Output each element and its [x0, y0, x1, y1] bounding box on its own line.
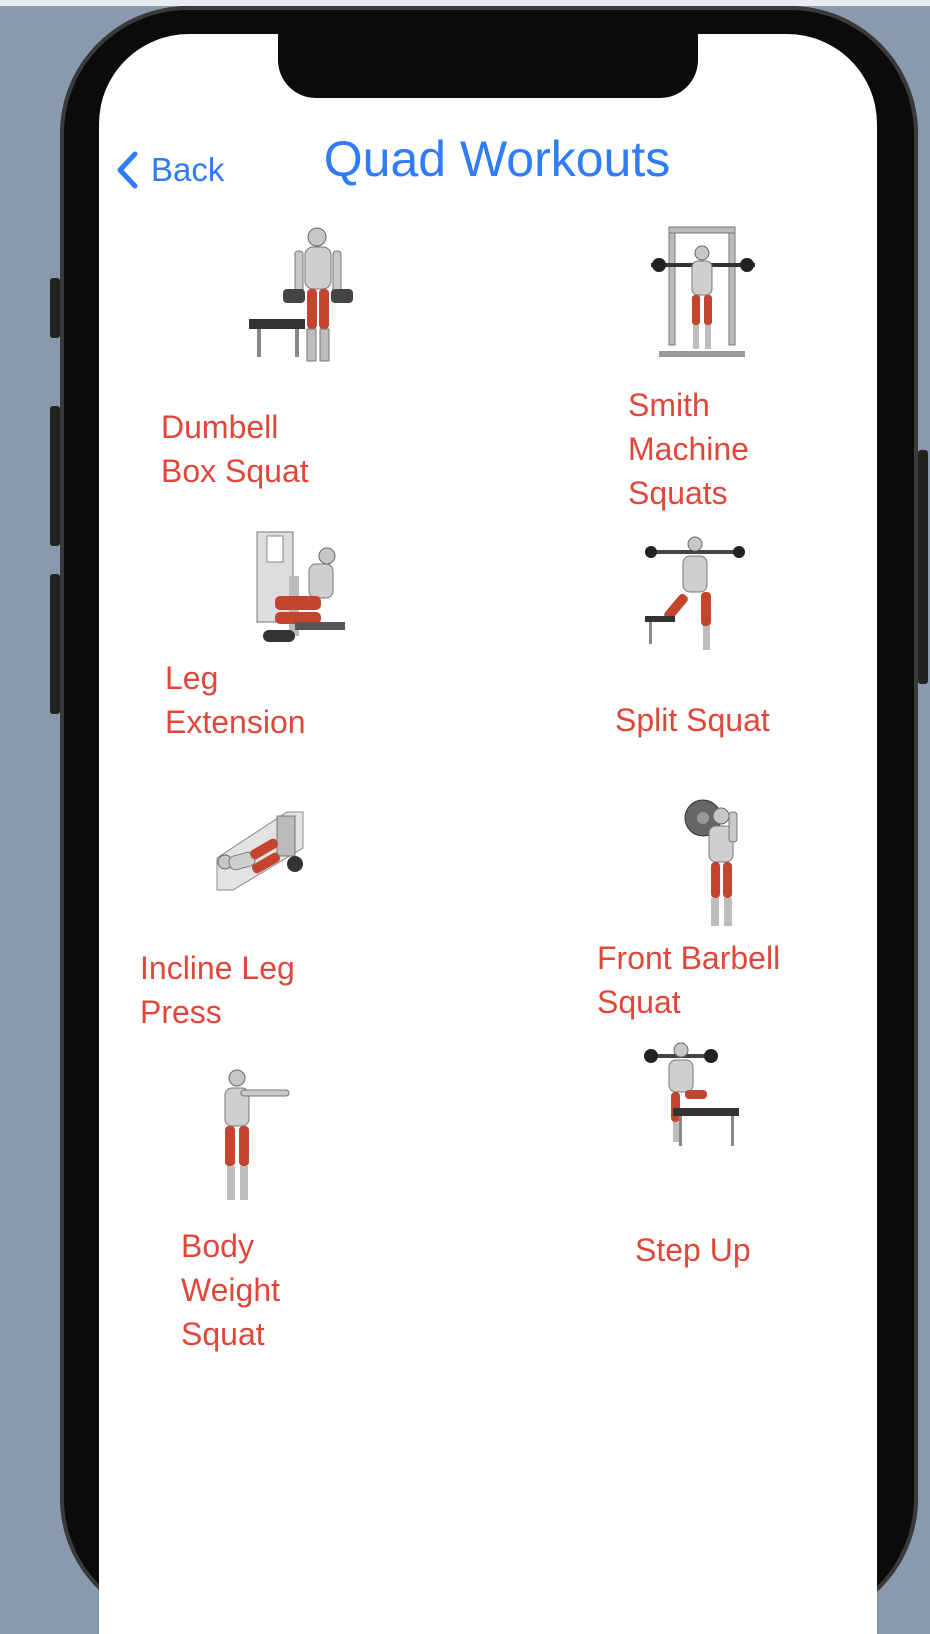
front-barbell-squat-figure-icon: [684, 799, 738, 926]
volume-up-button: [50, 406, 60, 546]
exercise-label: Split Squat: [615, 702, 770, 738]
volume-down-button: [50, 574, 60, 714]
exercise-body-weight-squat[interactable]: Body Weight Squat: [139, 1064, 399, 1364]
exercise-label: Body Weight Squat: [181, 1228, 281, 1352]
dumbbell-squat-figure-icon: [249, 227, 353, 362]
exercise-label: Front Barbell Squat: [597, 940, 781, 1020]
exercise-label: Incline Leg Press: [140, 950, 295, 1030]
exercise-label: Leg Extension: [165, 660, 306, 740]
exercise-label: Smith Machine Squats: [628, 387, 749, 511]
exercise-incline-leg-press[interactable]: Incline Leg Press: [119, 794, 399, 1034]
exercise-label: Step Up: [635, 1232, 751, 1268]
exercise-label: Dumbell Box Squat: [161, 409, 309, 489]
step-up-figure-icon: [644, 1042, 739, 1146]
exercise-front-barbell-squat[interactable]: Front Barbell Squat: [579, 794, 859, 1034]
exercise-leg-extension[interactable]: Leg Extension: [139, 524, 399, 754]
app-screen: Back Quad Workouts Dumbell Box Squat Smi…: [99, 34, 877, 1634]
leg-extension-figure-icon: [256, 531, 345, 642]
power-button: [918, 450, 928, 684]
bodyweight-squat-figure-icon: [224, 1069, 290, 1200]
smith-machine-figure-icon: [651, 226, 755, 357]
leg-press-figure-icon: [216, 811, 304, 891]
split-squat-figure-icon: [645, 536, 745, 650]
camera-notch: [278, 34, 698, 98]
mute-switch: [50, 278, 60, 338]
exercise-dumbell-box-squat[interactable]: Dumbell Box Squat: [139, 219, 399, 509]
exercise-step-up[interactable]: Step Up: [599, 1034, 859, 1268]
exercise-smith-machine-squats[interactable]: Smith Machine Squats: [619, 219, 859, 511]
exercise-split-squat[interactable]: Split Squat: [599, 524, 859, 754]
page-title: Quad Workouts: [323, 131, 671, 187]
